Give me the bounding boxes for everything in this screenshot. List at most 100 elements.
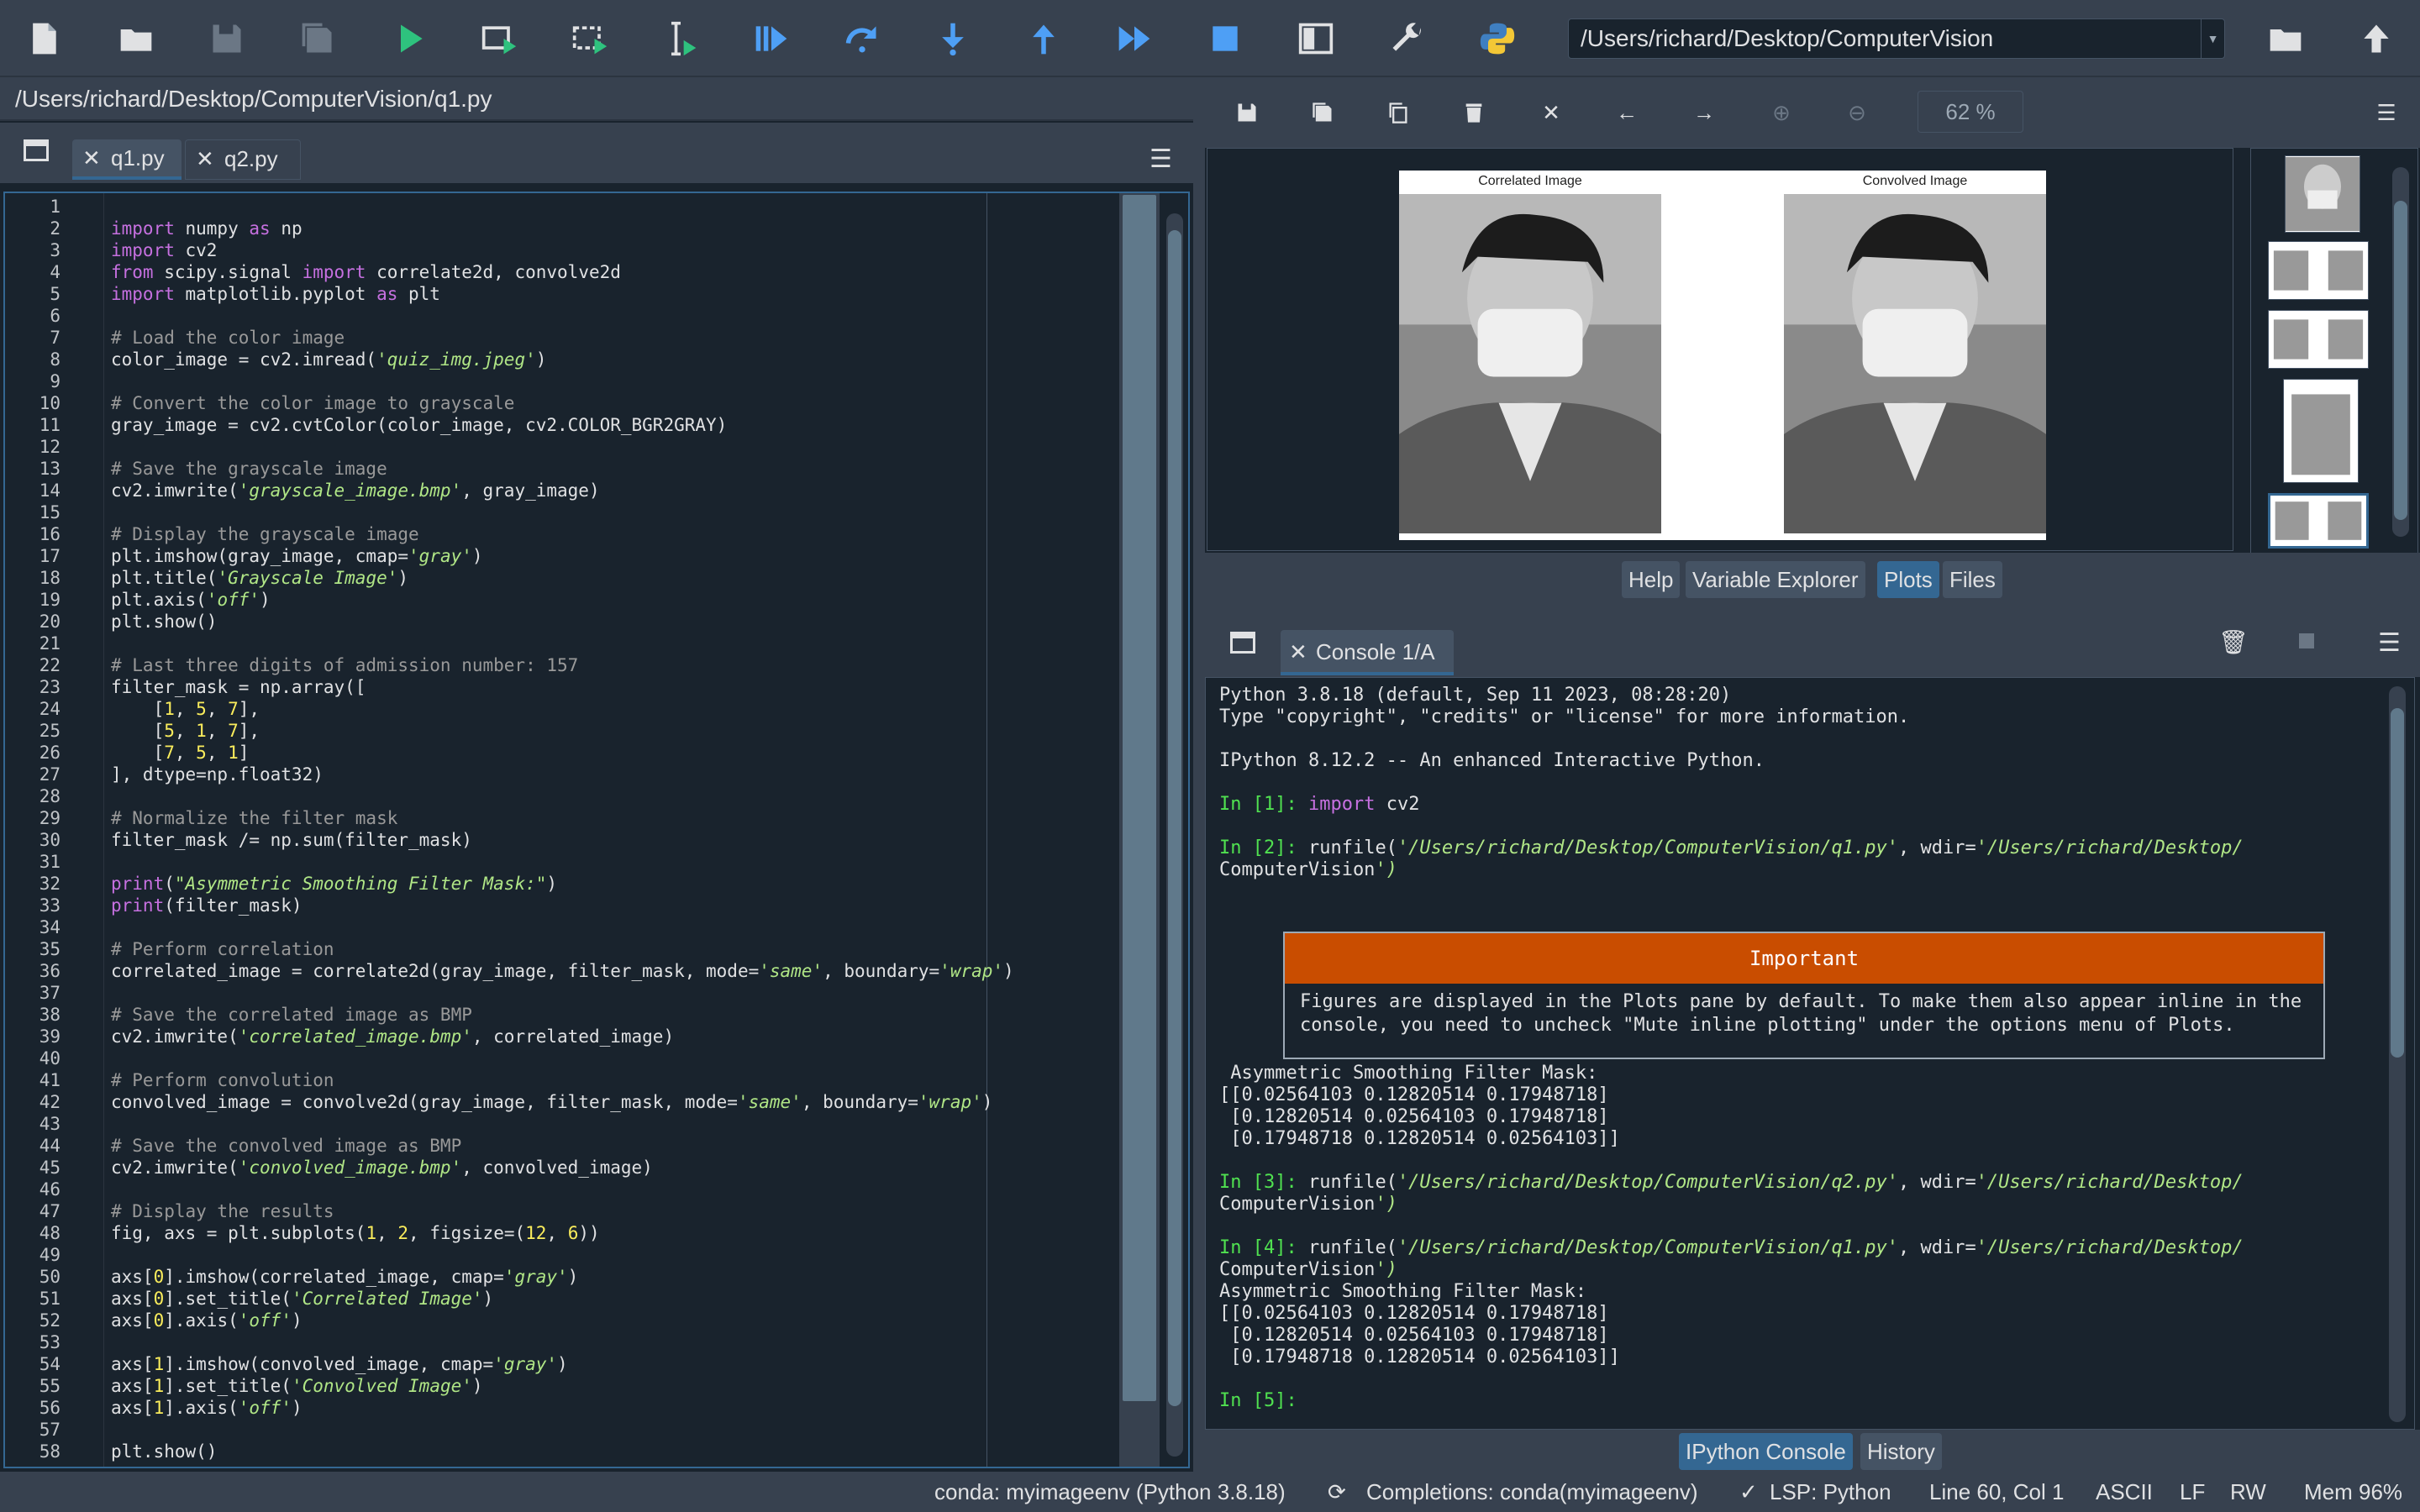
console-prompt: In [4]: xyxy=(1219,1237,1308,1258)
editor-pane: /Users/richard/Desktop/ComputerVision/q1… xyxy=(0,77,1193,1470)
thumbnails-scrollbar-thumb[interactable] xyxy=(2394,201,2407,520)
tab-history[interactable]: History xyxy=(1860,1433,1942,1470)
plot-thumbnail[interactable] xyxy=(2268,241,2369,300)
plot-canvas[interactable]: Correlated Image Convolved Image xyxy=(1207,148,2233,551)
save-plot-icon[interactable] xyxy=(1230,96,1264,129)
open-file-icon[interactable] xyxy=(113,15,160,62)
conda-env-status[interactable]: conda: myimageenv (Python 3.8.18) xyxy=(934,1472,1286,1512)
tab-help[interactable]: Help xyxy=(1622,561,1681,598)
code-line: import cv2 xyxy=(111,240,218,260)
pane-splitter[interactable] xyxy=(1193,77,1205,1472)
line-number: 53 xyxy=(39,1332,60,1352)
console-scrollbar[interactable] xyxy=(2389,686,2406,1422)
clear-console-icon[interactable]: 🗑 xyxy=(2218,628,2249,656)
options-menu-icon[interactable]: ☰ xyxy=(2370,96,2403,129)
code-line: [7, 5, 1] xyxy=(111,743,250,763)
editor-scrollbar-thumb[interactable] xyxy=(1168,230,1181,1406)
tab-label: q2.py xyxy=(224,146,278,171)
zoom-in-icon[interactable]: ⊕ xyxy=(1765,96,1798,129)
preferences-icon[interactable] xyxy=(1383,15,1430,62)
zoom-level-field[interactable]: 62 % xyxy=(1918,91,2023,133)
line-number: 50 xyxy=(39,1267,60,1287)
plot-thumbnail[interactable] xyxy=(2268,310,2369,369)
step-into-icon[interactable] xyxy=(929,15,976,62)
tab-q2-py[interactable]: ✕ q2.py xyxy=(185,139,301,180)
line-number: 49 xyxy=(39,1245,60,1265)
thumbnails-scrollbar[interactable] xyxy=(2392,167,2409,537)
line-number: 2 xyxy=(50,218,60,239)
console-output-line: ComputerVision') xyxy=(1219,859,1397,880)
zoom-out-icon[interactable]: ⊖ xyxy=(1840,96,1874,129)
code-line: convolved_image = convolve2d(gray_image,… xyxy=(111,1092,993,1112)
options-menu-icon[interactable]: ☰ xyxy=(1150,144,1172,174)
tab-q1-py[interactable]: ✕ q1.py xyxy=(72,139,182,180)
console-output-line: [0.12820514 0.02564103 0.17948718] xyxy=(1219,1325,1608,1346)
line-number: 8 xyxy=(50,349,60,370)
remove-all-plots-icon[interactable]: ✕ xyxy=(1534,96,1568,129)
editor-scrollbar[interactable] xyxy=(1166,213,1183,1457)
python-path-icon[interactable] xyxy=(1474,15,1521,62)
browse-tabs-icon[interactable] xyxy=(24,139,49,161)
important-body: Figures are displayed in the Plots pane … xyxy=(1300,991,2302,1036)
interrupt-kernel-icon[interactable] xyxy=(2299,633,2314,648)
stop-icon[interactable] xyxy=(1202,15,1249,62)
run-cell-icon[interactable] xyxy=(476,15,523,62)
new-file-icon[interactable] xyxy=(20,15,67,62)
parent-directory-icon[interactable] xyxy=(2353,15,2400,62)
close-icon[interactable]: ✕ xyxy=(1289,630,1307,674)
run-selection-icon[interactable] xyxy=(657,15,704,62)
continue-icon[interactable] xyxy=(1111,15,1158,62)
code-editor[interactable]: 1 2 3 4 5 6 7 8 9 10 11 12 13 14 15 16 17 18 19 20 21 22 23 24 2… xyxy=(3,192,1190,1468)
console-text: Asymmetric Smoothing Filter Mask: xyxy=(1219,1281,1587,1302)
encoding-status: ASCII xyxy=(2096,1479,2153,1504)
lsp-status[interactable]: LSP: Python xyxy=(1770,1472,1891,1512)
close-icon[interactable]: ✕ xyxy=(82,139,101,176)
save-icon[interactable] xyxy=(203,15,250,62)
tab-plots[interactable]: Plots xyxy=(1877,561,1939,598)
maximize-pane-icon[interactable] xyxy=(1292,15,1339,62)
close-icon[interactable]: ✕ xyxy=(196,140,214,177)
console-scrollbar-thumb[interactable] xyxy=(2391,708,2404,1058)
browse-directory-icon[interactable] xyxy=(2262,15,2309,62)
console-text: runfile('/Users/richard/Desktop/Computer… xyxy=(1307,1237,2244,1258)
browse-tabs-icon[interactable] xyxy=(1230,632,1255,654)
edge-line xyxy=(986,193,987,1467)
plots-toolbar: ✕ ← → ⊕ ⊖ 62 % ☰ xyxy=(1205,77,2420,148)
overview-scrollbar[interactable] xyxy=(1119,193,1160,1467)
step-out-icon[interactable] xyxy=(1020,15,1067,62)
plot-thumbnails[interactable] xyxy=(2250,148,2418,554)
remove-plot-icon[interactable] xyxy=(1457,96,1491,129)
tab-files[interactable]: Files xyxy=(1943,561,2002,598)
plot-thumbnail-selected[interactable] xyxy=(2268,493,2369,549)
next-plot-icon[interactable]: → xyxy=(1687,96,1721,129)
chevron-down-icon[interactable]: ▼ xyxy=(2201,19,2224,58)
working-directory-combo[interactable]: /Users/richard/Desktop/ComputerVision ▼ xyxy=(1568,18,2225,59)
line-number: 15 xyxy=(39,502,60,522)
copy-plot-icon[interactable] xyxy=(1381,96,1415,129)
tab-variable-explorer[interactable]: Variable Explorer xyxy=(1686,561,1865,598)
code-line: filter_mask /= np.sum(filter_mask) xyxy=(111,830,472,850)
completions-status[interactable]: Completions: conda(myimageenv) xyxy=(1366,1472,1698,1512)
console-output[interactable]: Python 3.8.18 (default, Sep 11 2023, 08:… xyxy=(1205,677,2415,1430)
code-line: # Display the grayscale image xyxy=(111,524,419,544)
pane-splitter-horizontal[interactable] xyxy=(1205,603,2420,612)
previous-plot-icon[interactable]: ← xyxy=(1610,96,1644,129)
options-menu-icon[interactable]: ☰ xyxy=(2378,628,2401,658)
line-number: 48 xyxy=(39,1223,60,1243)
overview-scrollbar-thumb[interactable] xyxy=(1123,195,1156,1401)
plot-thumbnail[interactable] xyxy=(2285,155,2360,233)
run-cell-advance-icon[interactable] xyxy=(566,15,613,62)
run-icon[interactable] xyxy=(387,15,434,62)
tab-console-1a[interactable]: ✕ Console 1/A xyxy=(1281,630,1454,675)
code-line: # Perform correlation xyxy=(111,939,334,959)
debug-icon[interactable] xyxy=(748,15,795,62)
save-all-plots-icon[interactable] xyxy=(1306,96,1339,129)
console-output-line: IPython 8.12.2 -- An enhanced Interactiv… xyxy=(1219,750,1765,771)
tab-ipython-console[interactable]: IPython Console xyxy=(1679,1433,1853,1470)
step-over-icon[interactable] xyxy=(839,15,886,62)
line-number: 41 xyxy=(39,1070,60,1090)
console-text: [0.17948718 0.12820514 0.02564103]] xyxy=(1219,1347,1620,1368)
plot-thumbnail[interactable] xyxy=(2283,379,2359,483)
line-number: 54 xyxy=(39,1354,60,1374)
save-all-icon[interactable] xyxy=(294,15,341,62)
